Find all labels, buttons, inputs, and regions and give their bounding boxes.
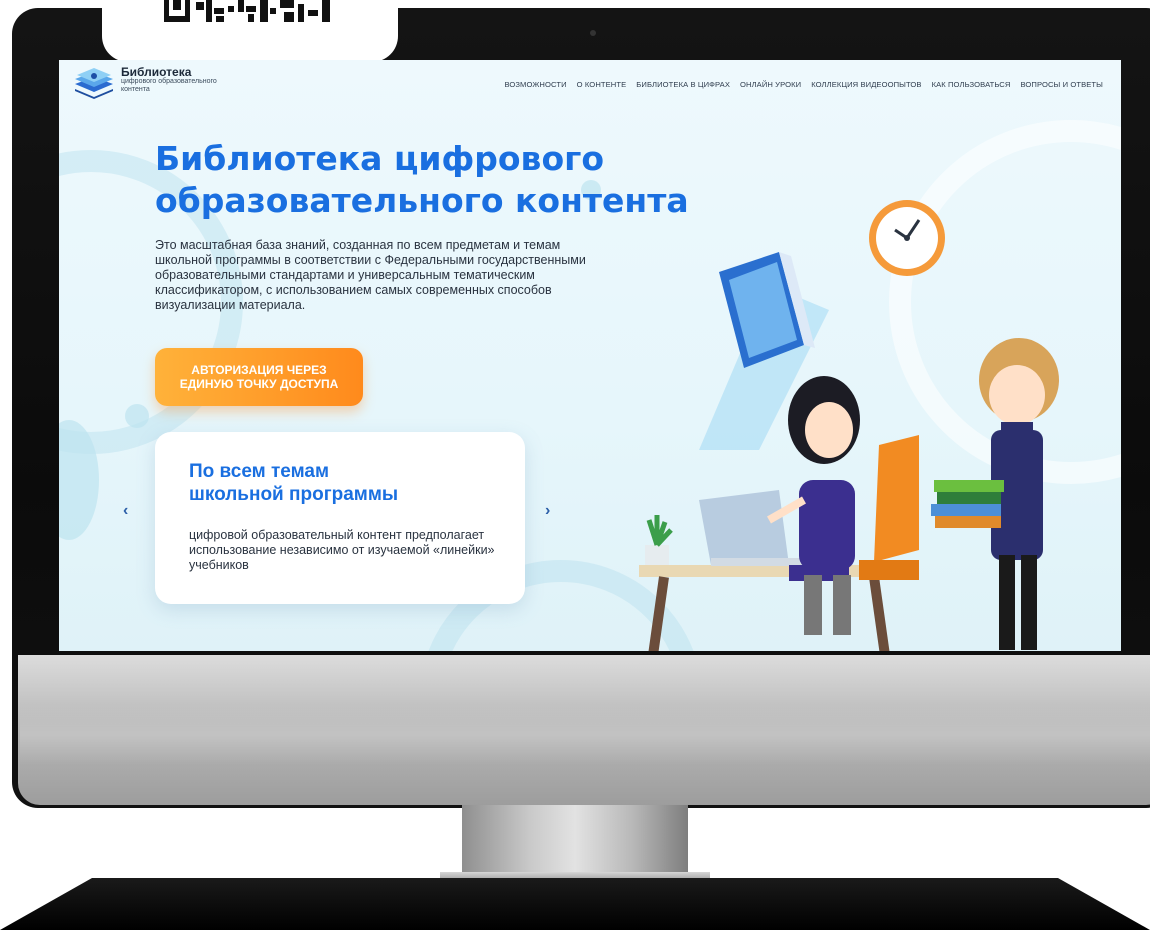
nav-item-video-experiments[interactable]: КОЛЛЕКЦИЯ ВИДЕООПЫТОВ (811, 80, 921, 89)
logo-text: Библиотека цифрового образовательного ко… (121, 66, 217, 94)
girl-character (767, 376, 860, 635)
slider-prev-button[interactable]: ‹ (123, 502, 128, 520)
nav-item-features[interactable]: ВОЗМОЖНОСТИ (504, 80, 566, 89)
browser-screen: Библиотека цифрового образовательного ко… (59, 60, 1121, 651)
hero-illustration (639, 200, 1059, 651)
hero-description: Это масштабная база знаний, созданная по… (155, 238, 586, 312)
nav-item-online-lessons[interactable]: ОНЛАЙН УРОКИ (740, 80, 801, 89)
stacked-layers-logo-icon (75, 68, 113, 99)
auth-button[interactable]: АВТОРИЗАЦИЯ ЧЕРЕЗ ЕДИНУЮ ТОЧКУ ДОСТУПА (155, 348, 363, 406)
slide-text: цифровой образовательный контент предпол… (189, 528, 495, 572)
nav-item-faq[interactable]: ВОПРОСЫ И ОТВЕТЫ (1020, 80, 1103, 89)
slide-title-line-1: По всем темам (189, 461, 330, 482)
monitor-stand-base (0, 878, 1150, 930)
qr-code-icon (164, 0, 330, 22)
slider-next-button[interactable]: › (545, 502, 550, 520)
logo-subtitle: цифрового образовательного (121, 78, 217, 85)
auth-button-label-2: ЕДИНУЮ ТОЧКУ ДОСТУПА (179, 377, 339, 391)
nav-item-about-content[interactable]: О КОНТЕНТЕ (577, 80, 627, 89)
auth-button-label-1: АВТОРИЗАЦИЯ ЧЕРЕЗ (191, 363, 327, 377)
main-nav: ВОЗМОЖНОСТИ О КОНТЕНТЕ БИБЛИОТЕКА В ЦИФР… (504, 80, 1103, 89)
nav-item-how-to-use[interactable]: КАК ПОЛЬЗОВАТЬСЯ (932, 80, 1011, 89)
hero-title-line-1: Библиотека цифрового (155, 139, 605, 178)
chair (874, 435, 919, 562)
boy-character (931, 338, 1059, 650)
plant-icon (645, 515, 673, 565)
logo-subtitle-2: контента (121, 86, 150, 93)
slider-card: По всем темам школьной программы цифрово… (155, 432, 525, 604)
nav-item-library-numbers[interactable]: БИБЛИОТЕКА В ЦИФРАХ (636, 80, 730, 89)
logo-title: Библиотека (121, 65, 192, 79)
qr-code-card (102, 0, 398, 62)
slide-title-line-2: школьной программы (189, 484, 399, 505)
camera-icon (590, 30, 596, 36)
chin-reflection (20, 705, 1150, 765)
books-stack (934, 480, 1004, 492)
site-logo[interactable]: Библиотека цифрового образовательного ко… (73, 66, 217, 102)
slide-title: По всем темам школьной программы (189, 460, 489, 506)
clock-icon (869, 200, 945, 276)
decorative-dot (125, 404, 149, 428)
